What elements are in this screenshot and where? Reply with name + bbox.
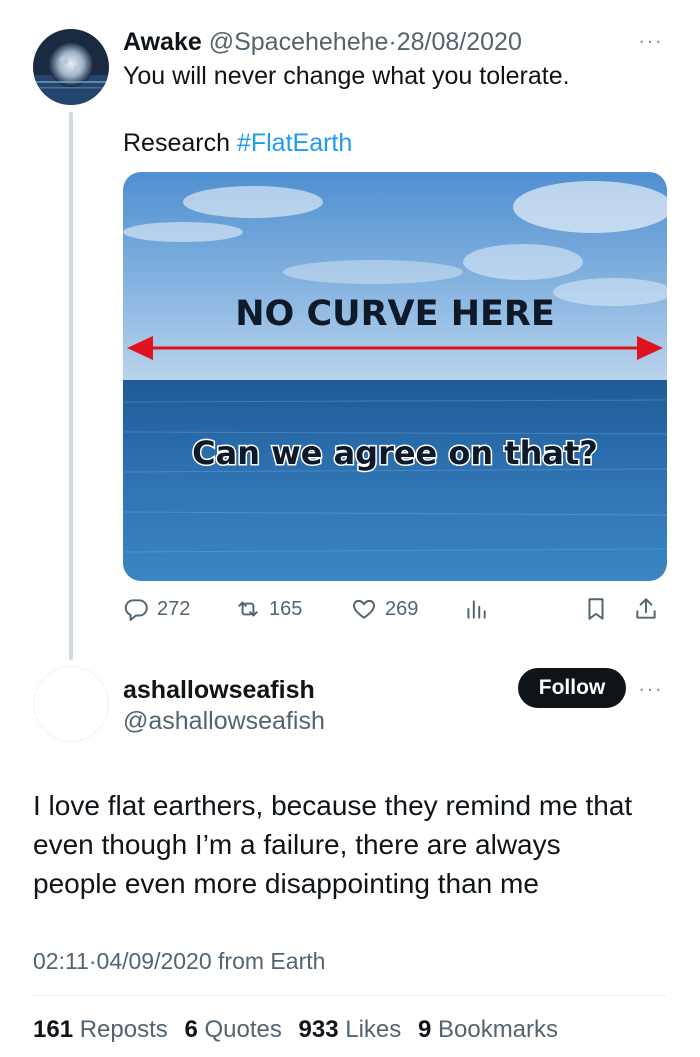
bookmarks-count: 9 [417, 1016, 432, 1043]
tweet-meta: 02:11·04/09/2020 from Earth [33, 946, 325, 976]
tweet-text-prefix: Research [123, 129, 230, 157]
like-button[interactable]: 269 [351, 592, 418, 626]
tweet-header: Awake @Spacehehehe·28/08/2020 [123, 27, 522, 57]
tweet-time[interactable]: 02:11 [33, 948, 89, 974]
heart-icon [353, 599, 375, 619]
divider [33, 995, 667, 996]
tweet-text: You will never change what you tolerate. [123, 62, 570, 90]
tweet-date[interactable]: 04/09/2020 [97, 948, 212, 974]
avatar[interactable] [33, 29, 109, 105]
tweet-text-line2: Research #FlatEarth [123, 128, 352, 158]
image-headline: NO CURVE HERE [235, 294, 555, 334]
hashtag-link[interactable]: #FlatEarth [237, 129, 352, 157]
bookmark-button[interactable] [583, 592, 617, 626]
tweet-text: I love flat earthers, because they remin… [33, 786, 673, 903]
views-button[interactable] [463, 592, 497, 626]
quotes-label: Quotes [204, 1016, 282, 1043]
separator: · [88, 948, 97, 974]
more-options-icon[interactable]: ··· [638, 28, 663, 54]
handle[interactable]: @Spacehehehe [209, 28, 389, 56]
reposts-label: Reposts [79, 1016, 168, 1043]
display-name[interactable]: ashallowseafish [123, 675, 315, 705]
likes-count: 933 [298, 1016, 339, 1043]
follow-button[interactable]: Follow [518, 668, 626, 708]
image-caption: Can we agree on that? [192, 434, 598, 472]
tweet-stats: 161 Reposts 6 Quotes 933 Likes 9 Bookmar… [33, 1014, 568, 1046]
reposts-count: 161 [33, 1016, 74, 1043]
quotes-stat[interactable]: 6 Quotes [184, 1016, 291, 1043]
quotes-count: 6 [184, 1016, 198, 1043]
tweet-actions: 272 165 269 [123, 592, 667, 626]
display-name[interactable]: Awake [123, 28, 202, 56]
analytics-icon [467, 600, 486, 619]
repost-icon [238, 601, 258, 617]
like-count: 269 [385, 597, 419, 620]
tweet-image[interactable]: NO CURVE HERE Can we agree on that? [123, 172, 667, 581]
repost-button[interactable]: 165 [235, 592, 302, 626]
thread-connector-line [69, 112, 73, 660]
repost-count: 165 [269, 597, 303, 620]
tweet-text-line: even though I’m a failure, there are alw… [33, 829, 561, 860]
likes-stat[interactable]: 933 Likes [299, 1016, 412, 1043]
reposts-stat[interactable]: 161 Reposts [33, 1016, 178, 1043]
handle[interactable]: @ashallowseafish [123, 706, 325, 736]
reply-button[interactable]: 272 [123, 592, 190, 626]
bookmark-icon [588, 598, 604, 620]
tweet-source: from Earth [218, 948, 326, 974]
reply-count: 272 [157, 597, 191, 620]
separator: · [388, 28, 397, 56]
more-options-icon[interactable]: ··· [638, 676, 663, 702]
bookmarks-stat[interactable]: 9 Bookmarks [418, 1016, 568, 1043]
reply-icon [124, 599, 148, 621]
likes-label: Likes [345, 1016, 402, 1043]
bookmarks-label: Bookmarks [437, 1016, 559, 1043]
tweet-date[interactable]: 28/08/2020 [397, 28, 522, 56]
share-icon [636, 598, 656, 619]
tweet-text-line: people even more disappointing than me [33, 868, 539, 899]
avatar[interactable] [33, 666, 109, 742]
share-button[interactable] [633, 592, 667, 626]
tweet-text-line: I love flat earthers, because they remin… [33, 790, 633, 821]
